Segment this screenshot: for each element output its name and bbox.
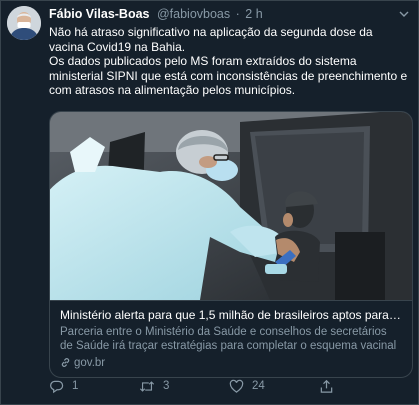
retweet-button[interactable]: 3 <box>139 379 229 394</box>
user-handle[interactable]: @fabiovboas <box>157 7 230 21</box>
tweet-header: Fábio Vilas-Boas @fabiovboas · 2 h <box>49 5 410 23</box>
reply-button[interactable]: 1 <box>49 379 139 394</box>
reply-icon <box>50 380 64 393</box>
tweet[interactable]: Fábio Vilas-Boas @fabiovboas · 2 h Não h… <box>0 0 419 405</box>
card-domain: gov.br <box>60 356 402 370</box>
card-description: Parceria entre o Ministério da Saúde e c… <box>60 325 397 353</box>
avatar[interactable] <box>7 6 41 40</box>
retweet-icon <box>139 380 155 392</box>
caret-down-icon[interactable] <box>398 8 410 20</box>
like-button[interactable]: 24 <box>229 379 319 394</box>
tweet-time[interactable]: 2 h <box>245 7 262 21</box>
like-icon <box>229 379 244 393</box>
retweet-count: 3 <box>163 380 170 392</box>
header-separator: · <box>235 7 240 21</box>
tweet-text-line: Não há atraso significativo na aplicação… <box>49 25 373 54</box>
tweet-content: Fábio Vilas-Boas @fabiovboas · 2 h Não h… <box>49 1 413 378</box>
avatar-image <box>7 6 41 40</box>
tweet-text: Não há atraso significativo na aplicação… <box>49 25 410 98</box>
vaccination-photo <box>50 111 412 300</box>
share-icon <box>320 379 333 393</box>
card-body: Ministério alerta para que 1,5 milhão de… <box>50 299 412 377</box>
card-domain-text: gov.br <box>74 356 106 369</box>
display-name[interactable]: Fábio Vilas-Boas <box>49 7 150 21</box>
tweet-actions: 1 3 24 <box>49 378 411 394</box>
tweet-text-line: Os dados publicados pelo MS foram extraí… <box>49 54 408 98</box>
reply-count: 1 <box>72 380 79 392</box>
link-icon <box>61 358 70 368</box>
share-button[interactable] <box>319 379 409 394</box>
link-card[interactable]: Ministério alerta para que 1,5 milhão de… <box>49 110 413 378</box>
card-title: Ministério alerta para que 1,5 milhão de… <box>60 307 402 322</box>
like-count: 24 <box>252 380 265 392</box>
card-image[interactable] <box>50 111 412 300</box>
